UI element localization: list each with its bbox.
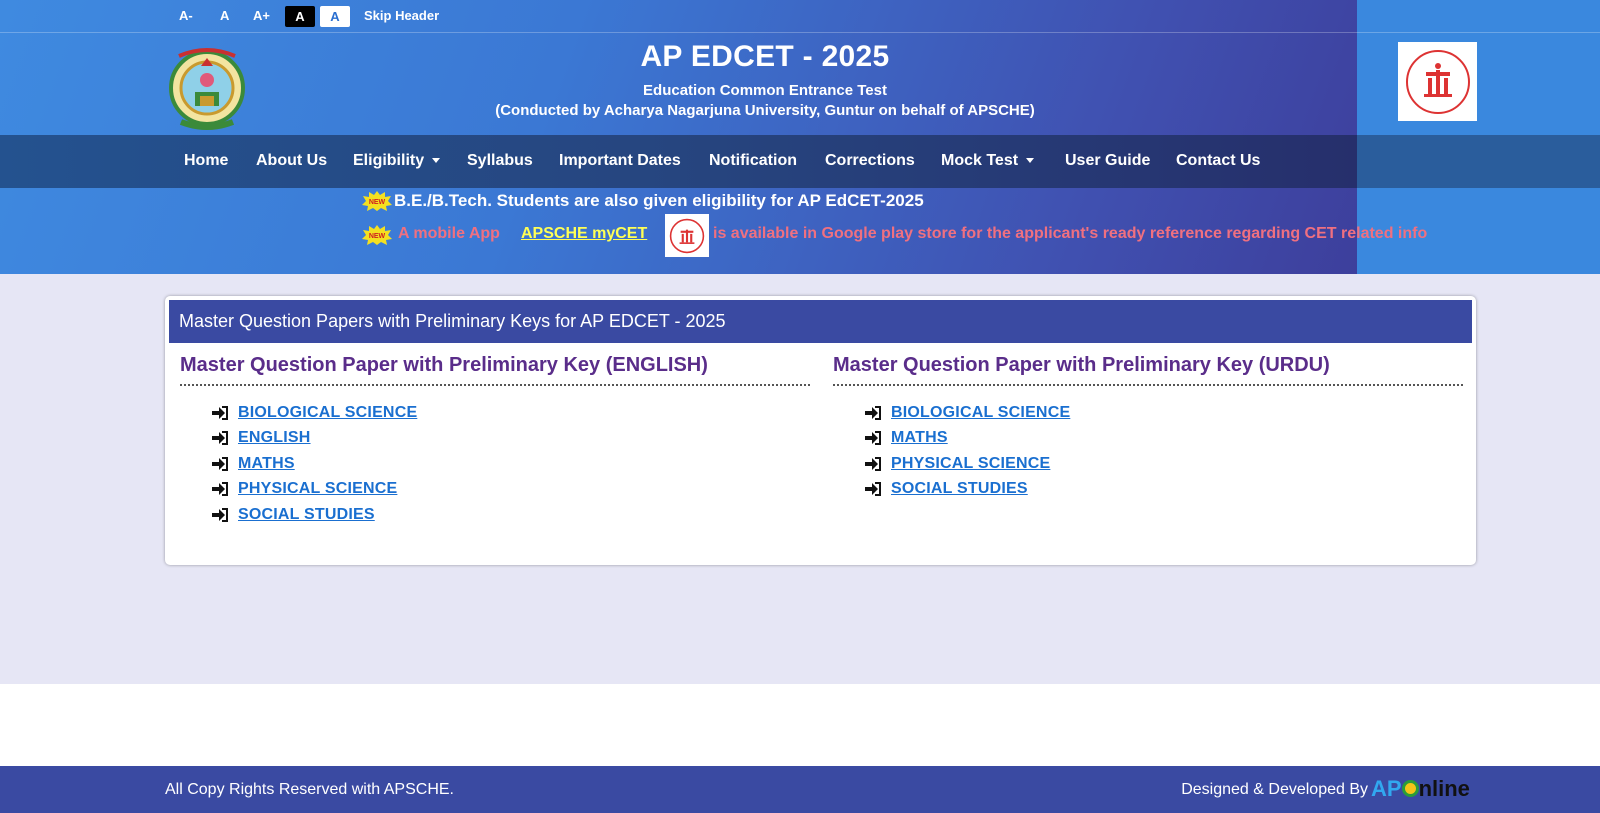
question-papers-card: Master Question Papers with Preliminary … (165, 296, 1476, 565)
new-badge-icon: NEW (362, 191, 392, 211)
urdu-section: Master Question Paper with Preliminary K… (833, 354, 1463, 502)
list-item: BIOLOGICAL SCIENCE (865, 400, 1463, 426)
list-item: PHYSICAL SCIENCE (212, 477, 810, 503)
font-decrease-button[interactable]: A- (179, 8, 193, 23)
news-line-app-suffix: is available in Google play store for th… (713, 225, 1428, 242)
contrast-light-button[interactable]: A (320, 6, 350, 27)
news-line-eligibility: B.E./B.Tech. Students are also given eli… (394, 191, 924, 210)
nav-home[interactable]: Home (184, 152, 228, 170)
apsche-logo-icon (1398, 42, 1477, 121)
sign-in-arrow-icon (212, 482, 228, 497)
list-item: SOCIAL STUDIES (212, 502, 810, 528)
list-item: MATHS (212, 451, 810, 477)
nav-important-dates[interactable]: Important Dates (559, 152, 681, 170)
new-badge-text: NEW (369, 233, 386, 240)
new-badge-text: NEW (369, 199, 386, 206)
page-title: AP EDCET - 2025 (640, 40, 890, 73)
list-item: MATHS (865, 426, 1463, 452)
apsche-app-icon[interactable] (665, 214, 709, 257)
aponline-rest-text: nline (1418, 776, 1470, 801)
sign-in-arrow-icon (212, 405, 228, 420)
contrast-dark-button[interactable]: A (285, 6, 315, 27)
main-nav: Home About Us Eligibility Syllabus Impor… (0, 135, 1357, 188)
font-increase-button[interactable]: A+ (253, 8, 270, 23)
english-social-studies-link[interactable]: SOCIAL STUDIES (238, 506, 375, 524)
card-heading: Master Question Papers with Preliminary … (169, 300, 1472, 343)
urdu-biological-science-link[interactable]: BIOLOGICAL SCIENCE (891, 404, 1070, 422)
english-maths-link[interactable]: MATHS (238, 455, 295, 473)
english-section: Master Question Paper with Preliminary K… (180, 354, 810, 528)
nav-user-guide[interactable]: User Guide (1065, 152, 1150, 170)
news-line-app-prefix: A mobile App (398, 225, 500, 242)
copyright-text: All Copy Rights Reserved with APSCHE. (165, 781, 454, 798)
aponline-logo[interactable]: AP nline (1371, 776, 1470, 802)
sign-in-arrow-icon (212, 431, 228, 446)
urdu-links-list: BIOLOGICAL SCIENCE MATHS PHYSICAL SCIENC… (865, 400, 1463, 502)
conducted-by-text: (Conducted by Acharya Nagarjuna Universi… (495, 102, 1035, 119)
list-item: SOCIAL STUDIES (865, 477, 1463, 503)
sign-in-arrow-icon (865, 405, 881, 420)
english-section-title: Master Question Paper with Preliminary K… (180, 354, 810, 386)
nav-extension (1357, 135, 1600, 188)
nav-notification[interactable]: Notification (709, 152, 797, 170)
urdu-maths-link[interactable]: MATHS (891, 429, 948, 447)
english-biological-science-link[interactable]: BIOLOGICAL SCIENCE (238, 404, 417, 422)
site-footer: All Copy Rights Reserved with APSCHE. De… (0, 766, 1600, 813)
list-item: PHYSICAL SCIENCE (865, 451, 1463, 477)
nav-syllabus[interactable]: Syllabus (467, 152, 533, 170)
urdu-physical-science-link[interactable]: PHYSICAL SCIENCE (891, 455, 1050, 473)
nav-about-us[interactable]: About Us (256, 152, 327, 170)
list-item: BIOLOGICAL SCIENCE (212, 400, 810, 426)
nav-eligibility-label: Eligibility (353, 152, 425, 169)
skip-header-link[interactable]: Skip Header (364, 8, 439, 23)
list-item: ENGLISH (212, 426, 810, 452)
english-english-link[interactable]: ENGLISH (238, 429, 311, 447)
english-links-list: BIOLOGICAL SCIENCE ENGLISH MATHS PHYSICA… (212, 400, 810, 528)
nav-eligibility[interactable]: Eligibility (353, 152, 441, 170)
sign-in-arrow-icon (865, 482, 881, 497)
sign-in-arrow-icon (212, 456, 228, 471)
new-badge-icon: NEW (362, 225, 392, 245)
sign-in-arrow-icon (865, 431, 881, 446)
page-subtitle: Education Common Entrance Test (643, 82, 887, 99)
urdu-section-title: Master Question Paper with Preliminary K… (833, 354, 1463, 386)
nav-corrections[interactable]: Corrections (825, 152, 915, 170)
designed-by-text: Designed & Developed By (1181, 781, 1368, 798)
urdu-social-studies-link[interactable]: SOCIAL STUDIES (891, 480, 1028, 498)
aponline-o-icon (1401, 780, 1419, 797)
chevron-down-icon (432, 158, 441, 164)
english-physical-science-link[interactable]: PHYSICAL SCIENCE (238, 480, 397, 498)
accessibility-bar: A- A A+ A A Skip Header (0, 0, 1600, 33)
sign-in-arrow-icon (212, 507, 228, 522)
nav-contact-us[interactable]: Contact Us (1176, 152, 1260, 170)
font-normal-button[interactable]: A (220, 8, 229, 23)
chevron-down-icon (1026, 158, 1035, 164)
aponline-ap-text: AP (1371, 776, 1402, 801)
apsche-mycet-link[interactable]: APSCHE myCET (521, 225, 647, 243)
nav-mock-test-label: Mock Test (941, 152, 1019, 169)
sign-in-arrow-icon (865, 456, 881, 471)
nav-mock-test[interactable]: Mock Test (941, 152, 1035, 170)
